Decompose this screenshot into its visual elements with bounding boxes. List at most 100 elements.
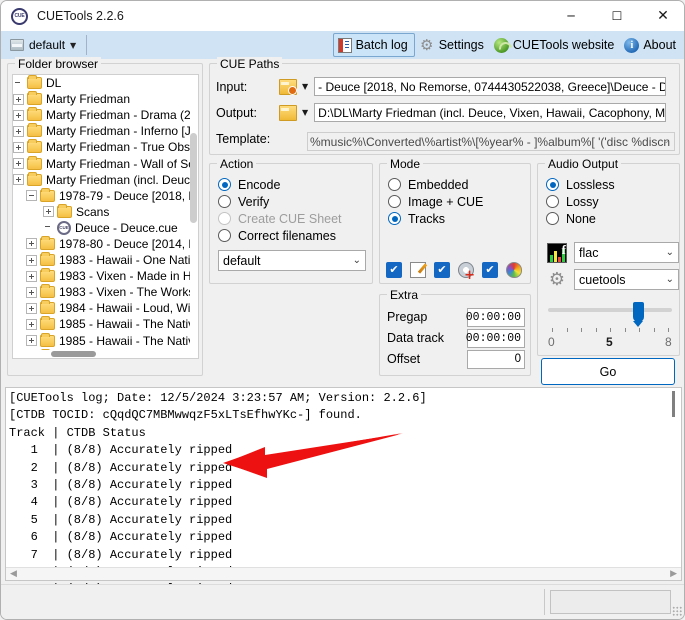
audio-option-none[interactable]: None: [546, 210, 679, 227]
offset-field[interactable]: 0: [467, 349, 525, 369]
tree-item[interactable]: Marty Friedman: [13, 91, 198, 107]
data-track-label: Data track: [387, 331, 444, 345]
action-option-correct-filenames[interactable]: Correct filenames: [218, 227, 372, 244]
tree-horizontal-scrollbar[interactable]: [13, 350, 198, 358]
tree-vertical-scroll-thumb[interactable]: [190, 133, 197, 223]
expand-icon[interactable]: [43, 206, 54, 218]
log-horizontal-scrollbar[interactable]: ◀ ▶: [6, 567, 681, 580]
audio-encoder-combo[interactable]: cuetools ⌄: [574, 269, 679, 290]
tree-item[interactable]: 1983 - Vixen - The Works: [13, 284, 198, 300]
output-path-field[interactable]: D:\DL\Marty Friedman (incl. Deuce, Vixen…: [314, 103, 667, 122]
log-vertical-scrollbar[interactable]: [670, 388, 681, 569]
tree-vertical-scrollbar[interactable]: [190, 75, 198, 358]
go-button[interactable]: Go: [541, 358, 675, 385]
log-text[interactable]: [CUETools log; Date: 12/5/2024 3:23:57 A…: [9, 390, 669, 616]
input-path-field[interactable]: - Deuce [2018, No Remorse, 0744430522038…: [314, 77, 667, 96]
radio-icon: [546, 195, 559, 208]
tree-item[interactable]: 1978-79 - Deuce [2018, N: [13, 187, 198, 204]
tree-item[interactable]: CUE Deuce - Deuce.cue: [13, 220, 198, 236]
mode-option-image-plus-cue[interactable]: Image + CUE: [388, 193, 530, 210]
expand-icon[interactable]: [13, 93, 24, 105]
audio-output-panel: Audio Output Lossless Lossy None flac ⌄: [537, 157, 680, 356]
expand-icon[interactable]: [26, 286, 37, 298]
expand-icon[interactable]: [13, 109, 24, 121]
action-profile-combo[interactable]: default ⌄: [218, 250, 366, 271]
tree-item[interactable]: 1985 - Hawaii - The Native: [13, 316, 198, 332]
tree-item[interactable]: Marty Friedman - Inferno [Jap: [13, 123, 198, 139]
profile-dropdown-button[interactable]: default ▼: [4, 33, 81, 57]
input-history-chevron-down-icon[interactable]: ▼: [302, 82, 308, 91]
radio-icon: [218, 195, 231, 208]
slider-thumb[interactable]: [632, 302, 644, 327]
browse-input-folder-icon[interactable]: [279, 78, 297, 95]
tree-item[interactable]: Marty Friedman (incl. Deuce, V: [13, 171, 198, 188]
cuetools-website-button[interactable]: CUETools website: [490, 33, 620, 57]
status-bar-separator: [544, 589, 545, 615]
minimize-button[interactable]: ─: [548, 1, 594, 31]
expand-icon[interactable]: [26, 254, 37, 266]
expand-icon[interactable]: [13, 174, 24, 186]
collapse-icon[interactable]: [26, 190, 37, 202]
log-vertical-scroll-thumb[interactable]: [672, 391, 675, 417]
tree-item[interactable]: 1984 - Hawaii - Loud, Wild: [13, 300, 198, 316]
tree-item[interactable]: Scans: [13, 203, 198, 220]
chevron-down-icon: ⌄: [352, 255, 361, 266]
expand-icon[interactable]: [26, 270, 37, 282]
scroll-right-arrow-icon[interactable]: ▶: [666, 569, 681, 579]
tree-item[interactable]: 1978-80 - Deuce [2014, Pr: [13, 235, 198, 252]
tree-item[interactable]: Marty Friedman - True Obsess: [13, 139, 198, 155]
data-track-field[interactable]: 00:00:00: [466, 328, 525, 348]
radio-icon: [546, 212, 559, 225]
add-disc-icon[interactable]: [458, 262, 475, 281]
expand-icon[interactable]: [26, 238, 37, 250]
checkbox-checked-icon[interactable]: ✔: [482, 262, 498, 278]
mode-option-tracks[interactable]: Tracks: [388, 210, 530, 227]
template-chevron-down-icon[interactable]: ⌄: [662, 136, 670, 146]
audio-option-lossless[interactable]: Lossless: [546, 176, 679, 193]
audio-option-lossy[interactable]: Lossy: [546, 193, 679, 210]
tree-item-label: Marty Friedman - Wall of Soun: [46, 156, 199, 171]
expand-icon[interactable]: [26, 335, 37, 347]
folder-tree[interactable]: DL Marty Friedman Marty Friedman - Drama (…: [12, 74, 199, 359]
resize-grip[interactable]: [672, 606, 682, 616]
batch-log-button[interactable]: Batch log: [332, 33, 415, 57]
action-option-encode[interactable]: Encode: [218, 176, 372, 193]
settings-button[interactable]: ⚙ Settings: [415, 33, 490, 57]
cue-paths-panel: CUE Paths Input: ▼ - Deuce [2018, No Rem…: [209, 57, 680, 155]
edit-tags-icon[interactable]: [410, 262, 426, 278]
tree-item-label: Marty Friedman - Inferno [Jap: [46, 124, 199, 139]
mode-option-embedded[interactable]: Embedded: [388, 176, 530, 193]
scroll-left-arrow-icon[interactable]: ◀: [6, 569, 21, 579]
mode-legend: Mode: [387, 157, 424, 171]
action-option-verify[interactable]: Verify: [218, 193, 372, 210]
close-button[interactable]: ✕: [640, 1, 684, 31]
expand-icon[interactable]: [26, 318, 37, 330]
tree-item[interactable]: 1983 - Vixen - Made in Hav: [13, 268, 198, 284]
tree-item[interactable]: Marty Friedman - Drama (2024: [13, 107, 198, 123]
browse-output-folder-icon[interactable]: [279, 104, 297, 121]
template-field[interactable]: %music%\Converted\%artist%\[%year% - ]%a…: [307, 132, 675, 151]
output-history-chevron-down-icon[interactable]: ▼: [302, 108, 308, 117]
tree-item[interactable]: DL: [13, 75, 198, 91]
expand-icon[interactable]: [13, 125, 24, 137]
tree-item[interactable]: Marty Friedman - Wall of Soun: [13, 155, 198, 171]
radio-icon: [388, 212, 401, 225]
tree-horizontal-scroll-thumb[interactable]: [51, 351, 96, 357]
action-option-label: Encode: [238, 177, 281, 192]
expand-icon[interactable]: [26, 302, 37, 314]
audio-format-combo[interactable]: flac ⌄: [574, 242, 679, 263]
toolbar-separator: [86, 35, 88, 55]
album-art-icon[interactable]: [506, 262, 522, 278]
checkbox-checked-icon[interactable]: ✔: [386, 262, 402, 278]
tree-item-label: 1983 - Vixen - Made in Hav: [59, 269, 199, 284]
expand-icon[interactable]: [13, 141, 24, 153]
pregap-field[interactable]: 00:00:00: [466, 307, 525, 327]
maximize-button[interactable]: ☐: [594, 1, 640, 31]
folder-icon: [27, 139, 42, 154]
tree-item[interactable]: 1985 - Hawaii - The Native: [13, 332, 198, 349]
about-button[interactable]: i About: [620, 33, 682, 57]
expand-icon[interactable]: [13, 158, 24, 170]
tree-item[interactable]: 1983 - Hawaii - One Nation: [13, 252, 198, 268]
window-title: CUETools 2.2.6: [37, 9, 124, 23]
checkbox-checked-icon[interactable]: ✔: [434, 262, 450, 278]
